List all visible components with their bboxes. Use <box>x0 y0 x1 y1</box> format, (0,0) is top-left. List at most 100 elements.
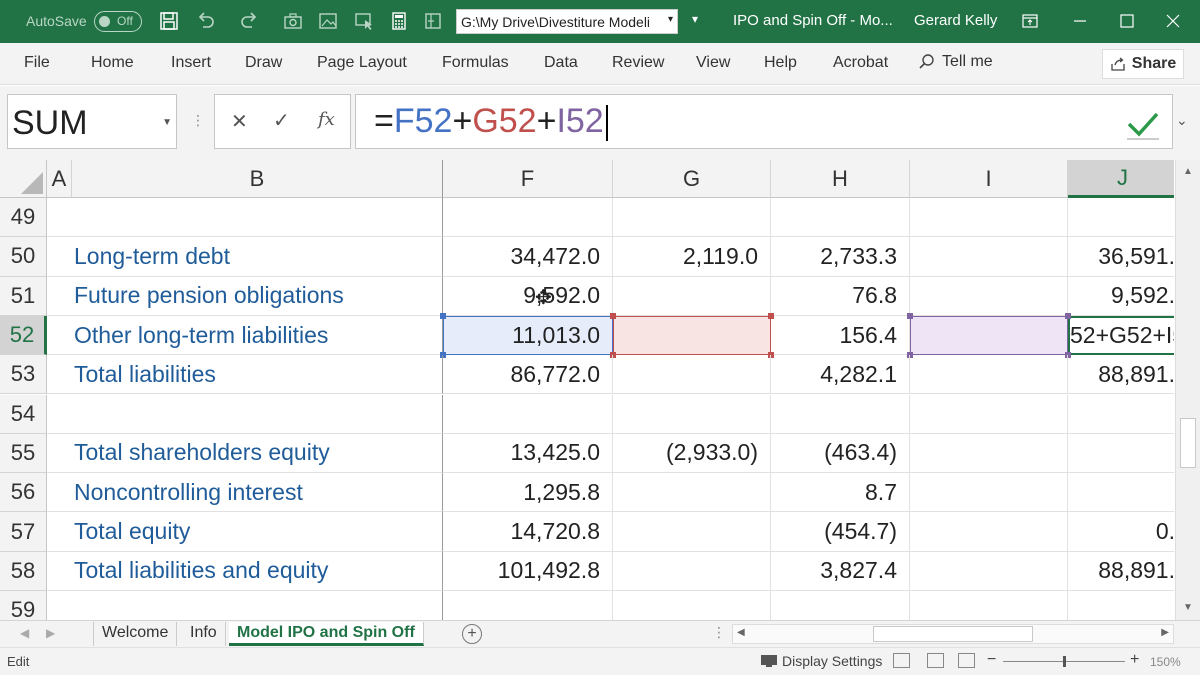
sheet-tab-welcome[interactable]: Welcome <box>93 622 178 646</box>
zoom-in-button[interactable]: + <box>1130 651 1139 669</box>
user-name[interactable]: Gerard Kelly <box>914 12 997 29</box>
row-header[interactable]: 57 <box>0 512 47 552</box>
cell-i[interactable] <box>910 433 1068 474</box>
tab-splitter-icon[interactable]: ⋮ <box>712 624 726 641</box>
scroll-thumb[interactable] <box>1180 418 1196 468</box>
cell-f[interactable]: 34,472.0 <box>443 237 613 277</box>
cell-i[interactable] <box>910 237 1068 277</box>
cell-g[interactable] <box>613 394 771 434</box>
cell-i[interactable] <box>910 551 1068 591</box>
cell-g[interactable]: 2,119.0 <box>613 237 771 277</box>
cell-j[interactable] <box>1068 473 1174 513</box>
cell-label[interactable]: Total shareholders equity <box>72 433 443 474</box>
save-icon[interactable] <box>157 9 181 33</box>
cell-a[interactable] <box>47 198 72 238</box>
vertical-scrollbar[interactable]: ▲ ▼ <box>1175 160 1200 620</box>
cell-g[interactable] <box>613 198 771 238</box>
tab-page-layout[interactable]: Page Layout <box>317 54 407 72</box>
cell-j[interactable] <box>1068 434 1174 474</box>
normal-view-icon[interactable] <box>893 653 910 668</box>
cell-label[interactable]: Long-term debt <box>72 237 443 277</box>
horizontal-scrollbar[interactable]: ◀ ▶ <box>732 624 1174 644</box>
cell-j[interactable]: 0. <box>1068 512 1174 552</box>
cell-j[interactable] <box>1068 198 1174 238</box>
row-header[interactable]: 53 <box>0 355 47 395</box>
cell-f[interactable]: 11,013.0 <box>443 315 613 356</box>
cell-i[interactable] <box>910 355 1068 395</box>
active-cell-j52[interactable]: 52+G52+I5 <box>1068 315 1174 356</box>
undo-icon[interactable] <box>193 9 217 33</box>
cell-a[interactable] <box>47 473 72 513</box>
cell-g[interactable] <box>613 512 771 552</box>
cell-i[interactable] <box>910 591 1068 620</box>
cell-h[interactable]: 76.8 <box>771 276 910 316</box>
enter-entry-button[interactable]: ✓ <box>273 108 290 133</box>
cell-f[interactable] <box>443 394 613 434</box>
cell-a[interactable] <box>47 552 72 591</box>
column-header-a[interactable]: A <box>47 160 72 198</box>
tell-me-search[interactable]: Tell me <box>918 53 993 71</box>
close-icon[interactable] <box>1158 8 1188 34</box>
column-header-g[interactable]: G <box>613 160 771 198</box>
cell-h[interactable]: 2,733.3 <box>771 237 910 277</box>
cell-j[interactable]: 88,891. <box>1068 552 1174 591</box>
cell-a[interactable] <box>47 277 72 316</box>
cell-a[interactable] <box>47 355 72 395</box>
cell-h[interactable] <box>771 591 910 620</box>
cell-label[interactable] <box>72 198 443 238</box>
insert-function-button[interactable]: fx <box>318 109 335 130</box>
cell-label[interactable] <box>72 591 443 620</box>
cell-g[interactable] <box>613 591 771 620</box>
zoom-slider-knob[interactable] <box>1063 656 1066 667</box>
row-header[interactable]: 58 <box>0 551 47 591</box>
cell-f[interactable]: 14,720.8 <box>443 512 613 552</box>
row-header[interactable]: 55 <box>0 433 47 474</box>
sheet-tab-model[interactable]: Model IPO and Spin Off <box>229 622 424 646</box>
tab-data[interactable]: Data <box>544 54 578 72</box>
formula-input[interactable]: =F52+G52+I52 <box>355 94 1173 149</box>
cell-a[interactable] <box>47 434 72 474</box>
cell-i[interactable] <box>910 473 1068 513</box>
autosave-toggle[interactable]: Off <box>94 11 142 32</box>
cell-h[interactable]: (463.4) <box>771 433 910 474</box>
cell-h[interactable]: 156.4 <box>771 315 910 356</box>
prev-sheet-icon[interactable]: ◀ <box>20 626 29 640</box>
scroll-up-icon[interactable]: ▲ <box>1183 166 1193 177</box>
scroll-right-icon[interactable]: ▶ <box>1161 627 1169 638</box>
cell-a[interactable] <box>47 237 72 277</box>
ribbon-display-icon[interactable] <box>1015 8 1045 34</box>
freeze-panes-icon[interactable] <box>421 9 445 33</box>
row-header[interactable]: 59 <box>0 591 47 620</box>
cell-label[interactable]: Noncontrolling interest <box>72 473 443 513</box>
cell-f[interactable]: 101,492.8 <box>443 551 613 591</box>
row-header[interactable]: 52 <box>0 315 47 356</box>
cell-label[interactable]: Total liabilities <box>72 355 443 395</box>
cell-i[interactable] <box>910 198 1068 238</box>
cell-f[interactable]: 13,425.0 <box>443 433 613 474</box>
chevron-down-icon[interactable]: ▼ <box>162 117 172 128</box>
add-sheet-button[interactable]: + <box>462 624 482 644</box>
zoom-level[interactable]: 150% <box>1150 655 1181 669</box>
cell-j[interactable]: 36,591. <box>1068 237 1174 277</box>
column-header-h[interactable]: H <box>771 160 910 198</box>
cell-f[interactable] <box>443 591 613 620</box>
cell-label[interactable]: Other long-term liabilities <box>72 315 443 356</box>
row-header[interactable]: 56 <box>0 473 47 513</box>
page-layout-view-icon[interactable] <box>927 653 944 668</box>
cell-g[interactable] <box>613 355 771 395</box>
tab-help[interactable]: Help <box>764 54 797 72</box>
cancel-entry-button[interactable]: ✕ <box>231 109 248 134</box>
row-header[interactable]: 50 <box>0 237 47 277</box>
tab-file[interactable]: File <box>24 54 50 72</box>
column-header-i[interactable]: I <box>910 160 1068 198</box>
cell-i[interactable] <box>910 512 1068 552</box>
cell-i[interactable] <box>910 315 1068 356</box>
share-button[interactable]: Share <box>1102 49 1184 79</box>
next-sheet-icon[interactable]: ▶ <box>46 626 55 640</box>
redo-icon[interactable] <box>238 9 262 33</box>
cell-j[interactable]: 9,592. <box>1068 277 1174 316</box>
tab-draw[interactable]: Draw <box>245 54 282 72</box>
cell-i[interactable] <box>910 394 1068 434</box>
cell-label[interactable]: Total liabilities and equity <box>72 551 443 591</box>
column-header-b[interactable]: B <box>72 160 443 198</box>
